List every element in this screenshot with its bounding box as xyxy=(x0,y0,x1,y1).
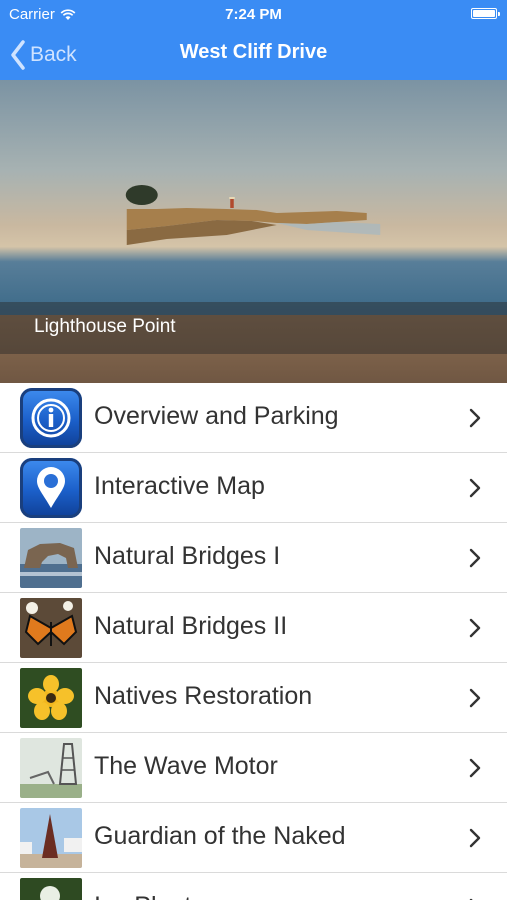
list-item-the-wave-motor[interactable]: The Wave Motor xyxy=(0,733,507,803)
list-item-guardian-of-the-naked[interactable]: Guardian of the Naked xyxy=(0,803,507,873)
chevron-right-icon xyxy=(469,688,481,708)
list-item-label: Natives Restoration xyxy=(94,682,313,710)
list-item-natural-bridges-2[interactable]: Natural Bridges II xyxy=(0,593,507,663)
tower-photo xyxy=(20,738,82,798)
list-item-natural-bridges-1[interactable]: Natural Bridges I xyxy=(0,523,507,593)
ice-plant-photo xyxy=(20,878,82,900)
chevron-right-icon xyxy=(469,758,481,778)
list-item-overview-and-parking[interactable]: Overview and Parking xyxy=(0,383,507,453)
hero-image[interactable]: Lighthouse Point xyxy=(0,80,507,383)
status-bar: Carrier 7:24 PM xyxy=(0,0,507,28)
coastline-illustration xyxy=(125,185,381,245)
chevron-right-icon xyxy=(469,828,481,848)
battery-icon xyxy=(471,8,500,19)
nav-bar: Back West Cliff Drive xyxy=(0,28,507,80)
status-time: 7:24 PM xyxy=(225,6,282,23)
hero-caption: Lighthouse Point xyxy=(34,316,176,337)
list-item-label: Ice Plant xyxy=(94,892,191,900)
info-icon xyxy=(20,388,82,448)
list-item-label: Interactive Map xyxy=(94,472,265,500)
list-item-natives-restoration[interactable]: Natives Restoration xyxy=(0,663,507,733)
chevron-right-icon xyxy=(469,548,481,568)
chevron-right-icon xyxy=(469,408,481,428)
monarch-butterfly-photo xyxy=(20,598,82,658)
rock-arch-photo xyxy=(20,528,82,588)
list-item-label: Overview and Parking xyxy=(94,402,339,430)
list-item-ice-plant[interactable]: Ice Plant xyxy=(0,873,507,900)
page-title: West Cliff Drive xyxy=(179,41,328,63)
list-item-label: Natural Bridges II xyxy=(94,612,288,640)
list-item-label: Guardian of the Naked xyxy=(94,822,346,850)
chevron-right-icon xyxy=(469,618,481,638)
list-item-interactive-map[interactable]: Interactive Map xyxy=(0,453,507,523)
map-pin-icon xyxy=(20,458,82,518)
chevron-right-icon xyxy=(469,478,481,498)
list-item-label: Natural Bridges I xyxy=(94,542,281,570)
app-screen: Carrier 7:24 PM Back West Cliff Drive Li… xyxy=(0,0,507,900)
navigation-header: Carrier 7:24 PM Back West Cliff Drive xyxy=(0,0,507,80)
yellow-flower-photo xyxy=(20,668,82,728)
list-item-label: The Wave Motor xyxy=(94,752,278,780)
sculpture-photo xyxy=(20,808,82,868)
section-list: Overview and Parking Interactive Map Nat… xyxy=(0,383,507,900)
